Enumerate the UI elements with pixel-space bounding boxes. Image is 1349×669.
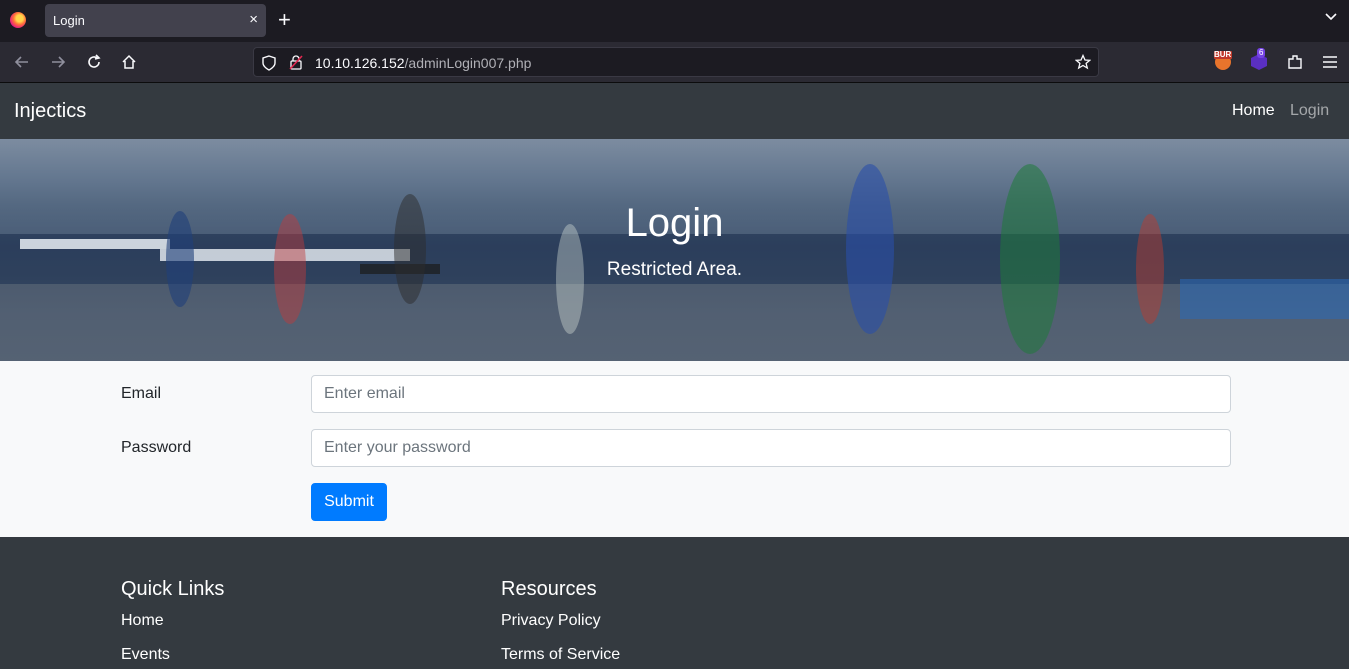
bookmark-star-icon[interactable]: [1075, 54, 1091, 70]
hero-banner: Login Restricted Area.: [0, 139, 1349, 361]
new-tab-button[interactable]: +: [278, 8, 291, 32]
footer-resources-heading: Resources: [501, 578, 597, 600]
site-footer: Quick Links Home Events Resources Privac…: [0, 537, 1349, 669]
tab-title: Login: [53, 13, 85, 28]
hero-subtitle: Restricted Area.: [606, 259, 743, 280]
browser-toolbar: 10.10.126.152/adminLogin007.php BUR 6: [0, 42, 1349, 83]
site-navbar: Injectics Home Login: [0, 83, 1349, 139]
browser-tab-bar: Login × +: [0, 0, 1349, 42]
insecure-lock-icon[interactable]: [289, 54, 303, 70]
shield-icon[interactable]: [262, 55, 276, 71]
footer-link-home[interactable]: Home: [121, 612, 164, 630]
site-brand[interactable]: Injectics: [14, 100, 86, 123]
hamburger-menu-icon[interactable]: [1322, 55, 1338, 69]
extension-badge: 6: [1257, 48, 1266, 58]
nav-link-login[interactable]: Login: [1290, 102, 1329, 120]
login-form: Email Password Submit: [0, 361, 1349, 537]
extensions-puzzle-icon[interactable]: [1286, 53, 1304, 71]
url-bar[interactable]: 10.10.126.152/adminLogin007.php: [253, 47, 1099, 77]
email-label: Email: [121, 385, 162, 402]
reload-icon[interactable]: [85, 53, 103, 71]
close-tab-icon[interactable]: ×: [249, 11, 258, 29]
password-label: Password: [121, 439, 192, 456]
footer-quick-links-heading: Quick Links: [121, 578, 225, 600]
footer-link-privacy-policy[interactable]: Privacy Policy: [501, 612, 601, 630]
password-input[interactable]: [311, 429, 1231, 467]
submit-button[interactable]: Submit: [311, 483, 387, 521]
list-all-tabs-icon[interactable]: [1324, 10, 1338, 24]
home-icon[interactable]: [120, 53, 138, 71]
hero-background-image: [0, 139, 1349, 361]
forward-arrow-icon[interactable]: [49, 53, 67, 71]
url-text: 10.10.126.152/adminLogin007.php: [315, 55, 531, 71]
url-host: 10.10.126.152: [315, 55, 405, 71]
firefox-logo-icon: [10, 12, 26, 28]
burp-extension-label: BUR: [1214, 50, 1232, 59]
browser-tab-login[interactable]: Login ×: [45, 4, 266, 37]
url-path: /adminLogin007.php: [404, 55, 532, 71]
footer-link-terms-of-service[interactable]: Terms of Service: [501, 646, 620, 664]
hero-title: Login: [625, 201, 724, 245]
nav-link-home[interactable]: Home: [1232, 102, 1275, 120]
back-arrow-icon[interactable]: [13, 53, 31, 71]
email-input[interactable]: [311, 375, 1231, 413]
footer-link-events[interactable]: Events: [121, 646, 170, 664]
burp-extension-icon[interactable]: BUR: [1213, 49, 1233, 71]
